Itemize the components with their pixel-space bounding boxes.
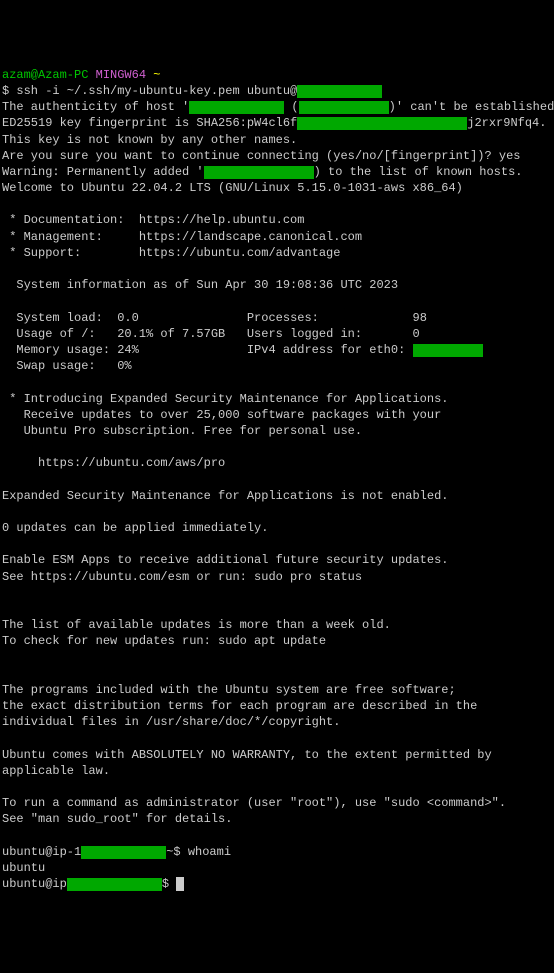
license-text: The programs included with the Ubuntu sy…: [2, 683, 456, 697]
cursor: [176, 877, 184, 891]
esm-url: https://ubuntu.com/aws/pro: [2, 456, 225, 470]
sysinfo-row: Usage of /: 20.1% of 7.57GB Users logged…: [2, 327, 420, 341]
redacted-fingerprint: [297, 117, 467, 130]
mgmt-link: * Management: https://landscape.canonica…: [2, 230, 362, 244]
unknown-key: This key is not known by any other names…: [2, 133, 297, 147]
ssh-command: $ ssh -i ~/.ssh/my-ubuntu-key.pem ubuntu…: [2, 84, 297, 98]
redacted-host: [81, 846, 166, 859]
prompt-path: ~: [153, 68, 160, 82]
sysinfo-row: Swap usage: 0%: [2, 359, 132, 373]
redacted-host: [189, 101, 284, 114]
sudo-hint: See "man sudo_root" for details.: [2, 812, 232, 826]
redacted-ip: [413, 344, 483, 357]
license-text: individual files in /usr/share/doc/*/cop…: [2, 715, 340, 729]
enable-esm: Enable ESM Apps to receive additional fu…: [2, 553, 448, 567]
warranty-text: applicable law.: [2, 764, 110, 778]
esm-intro: Receive updates to over 25,000 software …: [2, 408, 441, 422]
warning-line: Warning: Permanently added ') to the lis…: [2, 165, 522, 179]
welcome-line: Welcome to Ubuntu 22.04.2 LTS (GNU/Linux…: [2, 181, 463, 195]
prompt-line[interactable]: ubuntu@ip-1~$ whoami: [2, 845, 231, 859]
redacted-host: [297, 85, 382, 98]
updates-stale: The list of available updates is more th…: [2, 618, 391, 632]
prompt-user: azam@Azam-PC: [2, 68, 88, 82]
license-text: the exact distribution terms for each pr…: [2, 699, 477, 713]
sudo-hint: To run a command as administrator (user …: [2, 796, 506, 810]
updates-count: 0 updates can be applied immediately.: [2, 521, 268, 535]
doc-link: * Documentation: https://help.ubuntu.com: [2, 213, 304, 227]
esm-intro: * Introducing Expanded Security Maintena…: [2, 392, 448, 406]
esm-intro: Ubuntu Pro subscription. Free for person…: [2, 424, 362, 438]
terminal-output: azam@Azam-PC MINGW64 ~ $ ssh -i ~/.ssh/m…: [2, 67, 552, 893]
sysinfo-row: Memory usage: 24% IPv4 address for eth0:: [2, 343, 483, 357]
support-link: * Support: https://ubuntu.com/advantage: [2, 246, 340, 260]
redacted-ip: [299, 101, 389, 114]
fingerprint-line: ED25519 key fingerprint is SHA256:pW4cl6…: [2, 116, 546, 130]
esm-status: Expanded Security Maintenance for Applic…: [2, 489, 448, 503]
confirm-line: Are you sure you want to continue connec…: [2, 149, 520, 163]
see-esm: See https://ubuntu.com/esm or run: sudo …: [2, 570, 362, 584]
whoami-output: ubuntu: [2, 861, 45, 875]
apt-update-hint: To check for new updates run: sudo apt u…: [2, 634, 326, 648]
sysinfo-row: System load: 0.0 Processes: 98: [2, 311, 427, 325]
sysinfo-header: System information as of Sun Apr 30 19:0…: [2, 278, 398, 292]
redacted-host: [67, 878, 162, 891]
auth-line: The authenticity of host ' ()' can't be …: [2, 100, 554, 114]
redacted-host: [204, 166, 314, 179]
prompt-line[interactable]: ubuntu@ip$: [2, 877, 184, 891]
warranty-text: Ubuntu comes with ABSOLUTELY NO WARRANTY…: [2, 748, 492, 762]
prompt-shell: MINGW64: [96, 68, 146, 82]
